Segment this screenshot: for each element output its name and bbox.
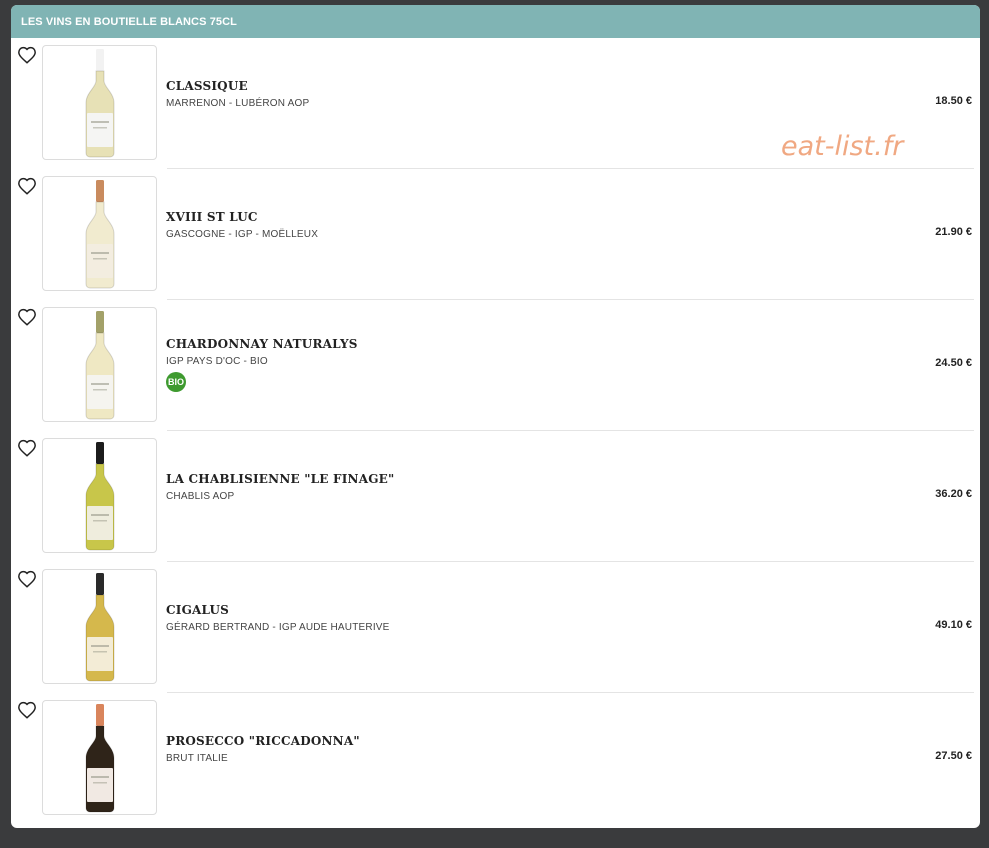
wine-bottle-image[interactable] bbox=[42, 700, 157, 815]
wine-item-5[interactable]: CIGALUS GÉRARD BERTRAND - IGP AUDE HAUTE… bbox=[11, 562, 980, 693]
bottle-icon bbox=[85, 703, 114, 812]
wine-price: 24.50 € bbox=[935, 357, 972, 369]
wine-bottle-image[interactable] bbox=[42, 45, 157, 160]
wine-bottle-image[interactable] bbox=[42, 569, 157, 684]
wine-name: CLASSIQUE bbox=[166, 79, 248, 93]
wine-description: IGP PAYS D'OC - BIO bbox=[166, 356, 268, 367]
wine-name: XVIII ST LUC bbox=[166, 210, 258, 224]
wine-item-4[interactable]: LA CHABLISIENNE "LE FINAGE" CHABLIS AOP … bbox=[11, 431, 980, 562]
bottle-icon bbox=[85, 441, 114, 550]
wine-item-3[interactable]: CHARDONNAY NATURALYS IGP PAYS D'OC - BIO… bbox=[11, 300, 980, 431]
wine-price: 18.50 € bbox=[935, 95, 972, 107]
wine-list-panel: LES VINS EN BOUTIELLE BLANCS 75CL CLASSI… bbox=[11, 5, 980, 828]
heart-icon[interactable] bbox=[17, 701, 37, 719]
panel-header: LES VINS EN BOUTIELLE BLANCS 75CL bbox=[11, 5, 980, 38]
heart-icon[interactable] bbox=[17, 177, 37, 195]
wine-bottle-image[interactable] bbox=[42, 176, 157, 291]
wine-price: 49.10 € bbox=[935, 619, 972, 631]
wine-price: 36.20 € bbox=[935, 488, 972, 500]
heart-icon[interactable] bbox=[17, 308, 37, 326]
bottle-icon bbox=[85, 48, 114, 157]
wine-description: CHABLIS AOP bbox=[166, 491, 235, 502]
wine-description: MARRENON - LUBÉRON AOP bbox=[166, 98, 310, 109]
bottle-icon bbox=[85, 179, 114, 288]
wine-name: LA CHABLISIENNE "LE FINAGE" bbox=[166, 472, 395, 486]
wine-name: CIGALUS bbox=[166, 603, 230, 617]
wine-description: BRUT ITALIE bbox=[166, 753, 228, 764]
heart-icon[interactable] bbox=[17, 46, 37, 64]
wine-price: 21.90 € bbox=[935, 226, 972, 238]
wine-price: 27.50 € bbox=[935, 750, 972, 762]
heart-icon[interactable] bbox=[17, 439, 37, 457]
bottle-icon bbox=[85, 310, 114, 419]
wine-name: PROSECCO "RICCADONNA" bbox=[166, 734, 360, 748]
wine-item-2[interactable]: XVIII ST LUC GASCOGNE - IGP - MOËLLEUX 2… bbox=[11, 169, 980, 300]
wine-description: GÉRARD BERTRAND - IGP AUDE HAUTERIVE bbox=[166, 622, 390, 633]
wine-item-6[interactable]: PROSECCO "RICCADONNA" BRUT ITALIE 27.50 … bbox=[11, 693, 980, 824]
wine-bottle-image[interactable] bbox=[42, 438, 157, 553]
watermark: eat-list.fr bbox=[781, 131, 904, 162]
wine-name: CHARDONNAY NATURALYS bbox=[166, 337, 358, 351]
bio-badge: BIO bbox=[166, 372, 186, 392]
bottle-icon bbox=[85, 572, 114, 681]
wine-description: GASCOGNE - IGP - MOËLLEUX bbox=[166, 229, 319, 240]
wine-bottle-image[interactable] bbox=[42, 307, 157, 422]
section-title: LES VINS EN BOUTIELLE BLANCS 75CL bbox=[21, 15, 237, 28]
heart-icon[interactable] bbox=[17, 570, 37, 588]
